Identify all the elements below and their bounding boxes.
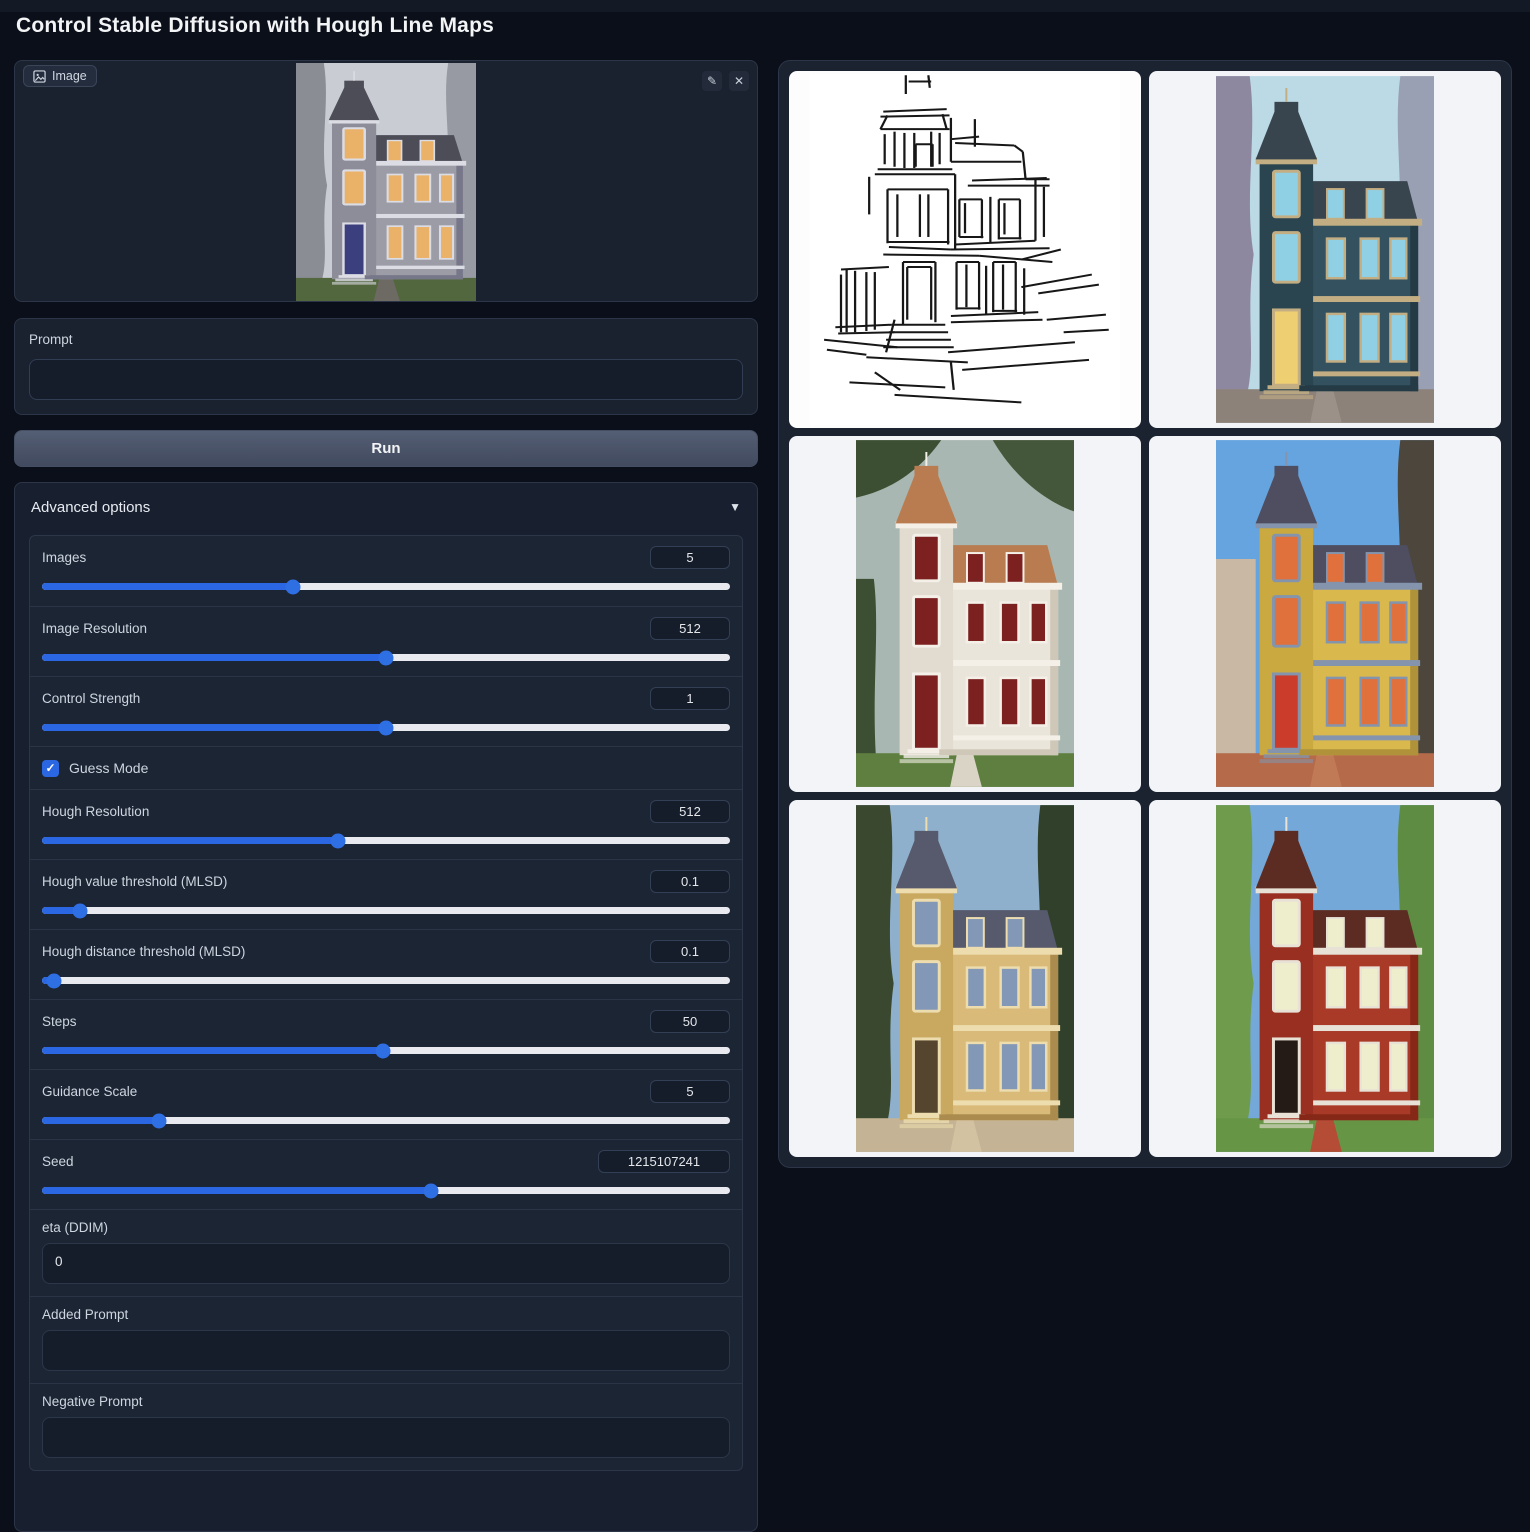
gallery-cell-generated-image-white-house[interactable]	[789, 436, 1141, 793]
steps-slider[interactable]	[42, 1047, 730, 1054]
slider-row-images: Images 5	[30, 536, 742, 606]
hough-value-threshold-slider[interactable]	[42, 907, 730, 914]
hough-distance-threshold-slider[interactable]	[42, 977, 730, 984]
gallery-cell-generated-image-yellow-house[interactable]	[1149, 436, 1501, 793]
guidance-scale-slider[interactable]	[42, 1117, 730, 1124]
hough-distance-threshold-value-input[interactable]: 0.1	[650, 940, 730, 963]
eta-ddim-label: eta (DDIM)	[42, 1220, 730, 1235]
textbox-row-eta-ddim: eta (DDIM) 0	[30, 1209, 742, 1296]
negative-prompt-label: Negative Prompt	[42, 1394, 730, 1409]
slider-row-control-strength: Control Strength 1	[30, 676, 742, 746]
clear-image-button[interactable]: ✕	[729, 71, 749, 91]
image-resolution-slider[interactable]	[42, 654, 730, 661]
hough-resolution-slider-thumb[interactable]	[330, 833, 345, 848]
hough-resolution-value-input[interactable]: 512	[650, 800, 730, 823]
guidance-scale-slider-thumb[interactable]	[151, 1113, 166, 1128]
advanced-options-panel: Advanced options ▼ Images 5 Image Resoluti…	[14, 482, 758, 1532]
slider-row-seed: Seed 1215107241	[30, 1139, 742, 1209]
steps-slider-thumb[interactable]	[375, 1043, 390, 1058]
advanced-options-header[interactable]: Advanced options ▼	[15, 483, 757, 531]
guess-mode-checkbox[interactable]: ✓	[42, 760, 59, 777]
image-actions: ✎ ✕	[702, 71, 749, 91]
hough-value-threshold-label: Hough value threshold (MLSD)	[42, 874, 227, 889]
slider-row-hough-resolution: Hough Resolution 512	[30, 789, 742, 859]
steps-label: Steps	[42, 1014, 77, 1029]
guess-mode-label: Guess Mode	[69, 760, 148, 776]
negative-prompt-input[interactable]	[42, 1417, 730, 1458]
prompt-input[interactable]	[29, 359, 743, 400]
seed-value-input[interactable]: 1215107241	[598, 1150, 730, 1173]
slider-row-hough-distance-threshold: Hough distance threshold (MLSD) 0.1	[30, 929, 742, 999]
control-strength-value-input[interactable]: 1	[650, 687, 730, 710]
image-label: Image	[52, 69, 87, 83]
hough-distance-threshold-slider-thumb[interactable]	[46, 973, 61, 988]
added-prompt-input[interactable]	[42, 1330, 730, 1371]
image-resolution-slider-thumb[interactable]	[379, 650, 394, 665]
seed-slider-thumb[interactable]	[423, 1183, 438, 1198]
hough-resolution-slider[interactable]	[42, 837, 730, 844]
eta-ddim-input[interactable]: 0	[42, 1243, 730, 1284]
hough-resolution-label: Hough Resolution	[42, 804, 149, 819]
slider-row-guidance-scale: Guidance Scale 5	[30, 1069, 742, 1139]
image-icon	[33, 70, 46, 83]
images-label: Images	[42, 550, 86, 565]
input-image-preview	[296, 63, 476, 301]
slider-row-image-resolution: Image Resolution 512	[30, 606, 742, 676]
page-title: Control Stable Diffusion with Hough Line…	[16, 14, 494, 38]
images-value-input[interactable]: 5	[650, 546, 730, 569]
guidance-scale-slider-fill	[42, 1117, 159, 1124]
top-strip	[0, 0, 1530, 12]
collapse-arrow-icon: ▼	[729, 500, 741, 514]
edit-image-button[interactable]: ✎	[702, 71, 722, 91]
hough-value-threshold-value-input[interactable]: 0.1	[650, 870, 730, 893]
textbox-row-added-prompt: Added Prompt	[30, 1296, 742, 1383]
gallery-cell-generated-image-gold-house[interactable]	[789, 800, 1141, 1157]
gallery-cell-hough-line-map-output[interactable]	[789, 71, 1141, 428]
hough-value-threshold-slider-thumb[interactable]	[72, 903, 87, 918]
advanced-options-label: Advanced options	[31, 499, 150, 516]
image-upload-panel[interactable]: Image ✎ ✕	[14, 60, 758, 302]
added-prompt-label: Added Prompt	[42, 1307, 730, 1322]
images-slider-fill	[42, 583, 293, 590]
hough-resolution-slider-fill	[42, 837, 338, 844]
run-button[interactable]: Run	[14, 430, 758, 467]
advanced-options-rows: Images 5 Image Resolution 512 Control Streng…	[29, 535, 743, 1471]
image-resolution-label: Image Resolution	[42, 621, 147, 636]
image-resolution-value-input[interactable]: 512	[650, 617, 730, 640]
slider-row-steps: Steps 50	[30, 999, 742, 1069]
checkbox-row-guess-mode: ✓ Guess Mode	[30, 746, 742, 789]
steps-slider-fill	[42, 1047, 383, 1054]
guidance-scale-value-input[interactable]: 5	[650, 1080, 730, 1103]
prompt-panel: Prompt	[14, 318, 758, 415]
seed-slider[interactable]	[42, 1187, 730, 1194]
seed-slider-fill	[42, 1187, 431, 1194]
seed-label: Seed	[42, 1154, 74, 1169]
slider-row-hough-value-threshold: Hough value threshold (MLSD) 0.1	[30, 859, 742, 929]
output-gallery	[778, 60, 1512, 1168]
control-strength-slider-thumb[interactable]	[379, 720, 394, 735]
image-label-chip: Image	[23, 65, 97, 87]
guidance-scale-label: Guidance Scale	[42, 1084, 137, 1099]
control-strength-slider-fill	[42, 724, 386, 731]
gallery-cell-generated-image-teal-house[interactable]	[1149, 71, 1501, 428]
steps-value-input[interactable]: 50	[650, 1010, 730, 1033]
hough-distance-threshold-label: Hough distance threshold (MLSD)	[42, 944, 245, 959]
prompt-label: Prompt	[29, 332, 73, 347]
control-strength-label: Control Strength	[42, 691, 140, 706]
images-slider-thumb[interactable]	[286, 579, 301, 594]
control-strength-slider[interactable]	[42, 724, 730, 731]
textbox-row-negative-prompt: Negative Prompt	[30, 1383, 742, 1470]
gallery-cell-generated-image-red-brick-house[interactable]	[1149, 800, 1501, 1157]
images-slider[interactable]	[42, 583, 730, 590]
image-resolution-slider-fill	[42, 654, 386, 661]
